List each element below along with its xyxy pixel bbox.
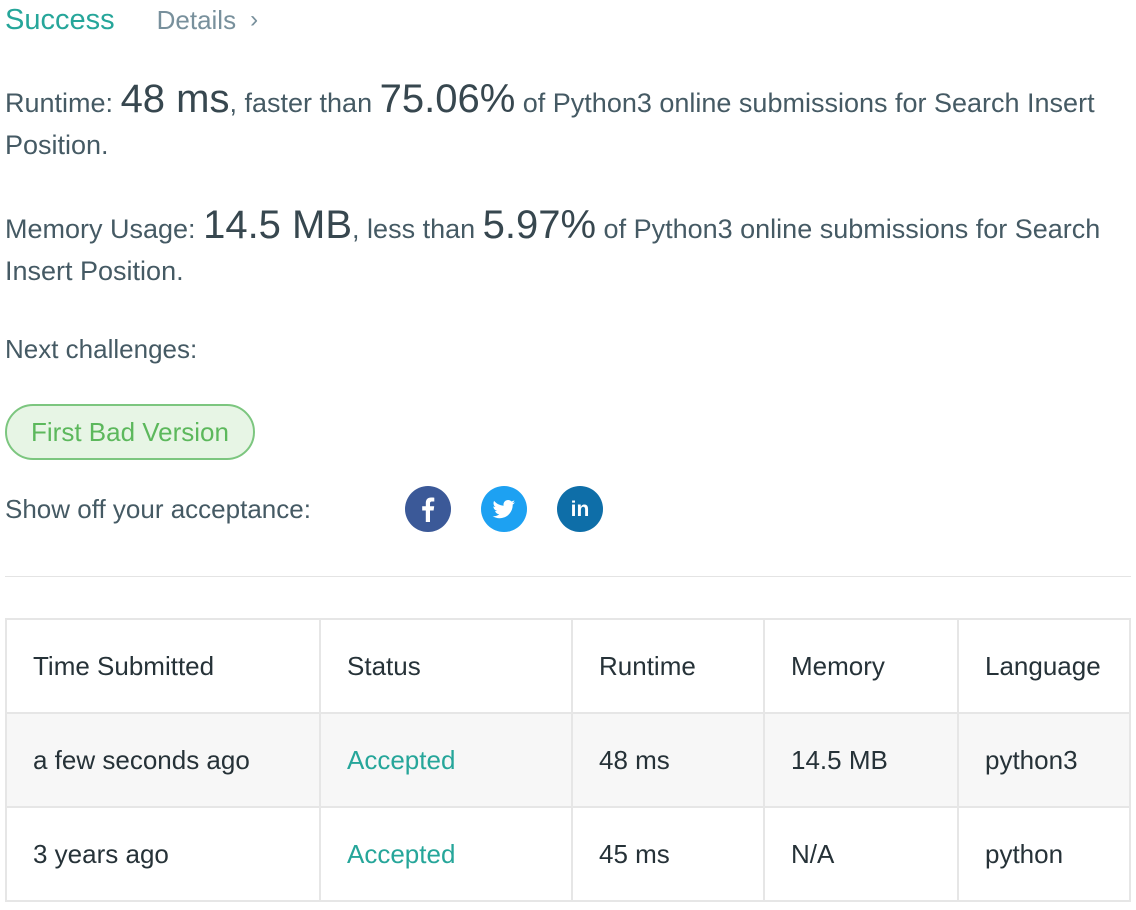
memory-value: 14.5 MB (203, 203, 353, 247)
result-header: Success Details › (5, 0, 258, 40)
cell-time: 3 years ago (5, 806, 321, 902)
submissions-table: Time Submitted Status Runtime Memory Lan… (5, 618, 1131, 902)
header-status: Status (319, 618, 573, 714)
cell-language: python3 (957, 712, 1131, 808)
chevron-right-icon: › (250, 6, 259, 33)
header-language: Language (957, 618, 1131, 714)
cell-language: python (957, 806, 1131, 902)
runtime-value: 48 ms (120, 77, 230, 121)
cell-memory: 14.5 MB (763, 712, 959, 808)
cell-runtime: 45 ms (571, 806, 765, 902)
runtime-stat: Runtime: 48 ms, faster than 75.06% of Py… (5, 78, 1115, 166)
memory-stat: Memory Usage: 14.5 MB, less than 5.97% o… (5, 204, 1115, 292)
cell-time: a few seconds ago (5, 712, 321, 808)
twitter-icon[interactable] (481, 486, 527, 532)
linkedin-icon[interactable]: in (557, 486, 603, 532)
svg-text:in: in (571, 498, 590, 521)
share-row: Show off your acceptance: in (5, 484, 633, 534)
next-challenges-label: Next challenges: (5, 334, 198, 364)
memory-percent: 5.97% (482, 203, 597, 247)
facebook-icon[interactable] (405, 486, 451, 532)
header-memory: Memory (763, 618, 959, 714)
status-link[interactable]: Accepted (347, 745, 455, 775)
table-row: 3 years ago Accepted 45 ms N/A python (5, 806, 1131, 902)
status-title: Success (5, 3, 115, 36)
details-link[interactable]: Details › (157, 5, 258, 36)
challenge-first-bad-version[interactable]: First Bad Version (5, 404, 255, 460)
status-link[interactable]: Accepted (347, 839, 455, 869)
runtime-percent: 75.06% (379, 77, 516, 121)
divider (5, 576, 1131, 577)
memory-mid: , less than (352, 214, 483, 244)
cell-runtime: 48 ms (571, 712, 765, 808)
cell-memory: N/A (763, 806, 959, 902)
table-header-row: Time Submitted Status Runtime Memory Lan… (5, 618, 1131, 714)
runtime-mid: , faster than (229, 88, 380, 118)
table-row: a few seconds ago Accepted 48 ms 14.5 MB… (5, 712, 1131, 808)
share-label: Show off your acceptance: (5, 493, 311, 524)
header-time-submitted: Time Submitted (5, 618, 321, 714)
runtime-label: Runtime: (5, 88, 114, 118)
header-runtime: Runtime (571, 618, 765, 714)
memory-label: Memory Usage: (5, 214, 196, 244)
details-label: Details (156, 4, 237, 35)
